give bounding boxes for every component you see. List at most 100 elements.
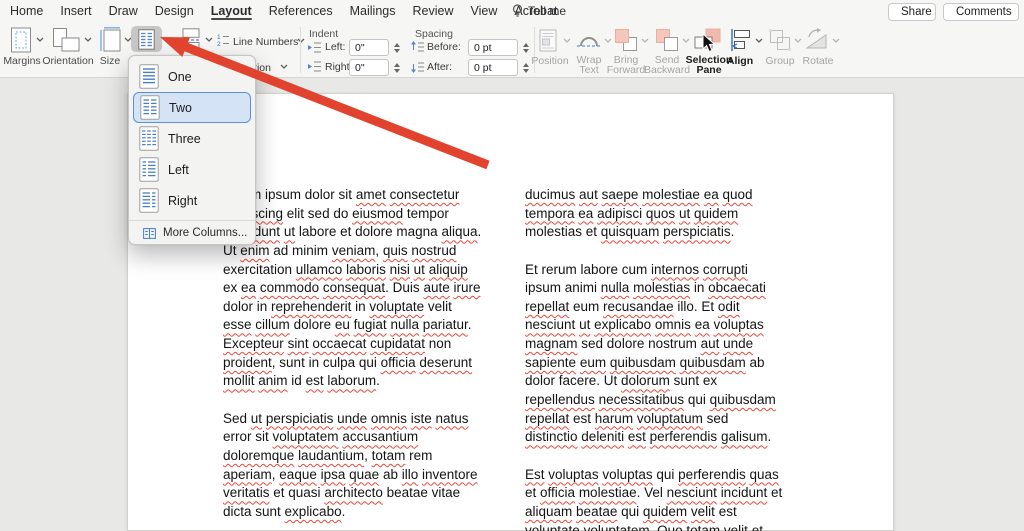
indent-left-stepper[interactable] [392, 39, 401, 56]
position-icon [539, 29, 559, 53]
text-line: esse cillum dolore eu fugiat nulla paria… [223, 316, 493, 335]
text-line: Lorem ipsum dolor sit amet consectetur [223, 186, 493, 205]
margins-icon[interactable] [10, 27, 32, 53]
text-line: Sed ut perspiciatis unde omnis iste natu… [223, 410, 493, 429]
tab-design[interactable]: Design [155, 0, 194, 22]
breaks-icon[interactable] [180, 28, 202, 52]
blank-line [525, 447, 815, 466]
send-backward-icon [655, 28, 679, 52]
wrap-text-icon [576, 31, 602, 51]
spacing-before-label: Before: [427, 41, 461, 53]
text-line: repellendus necessitatibus qui quibusdam [525, 391, 815, 410]
spacing-group-title: Spacing [415, 28, 453, 40]
text-line: ipsum animi nulla molestias in obcaecati [525, 279, 815, 298]
chevron-down-icon [604, 38, 612, 43]
orientation-button[interactable]: Orientation [40, 55, 96, 67]
text-column-2: ducimus aut saepe molestiae ea quodtempo… [525, 186, 815, 531]
text-line: sapiente eum quibusdam quibusdam ab [525, 354, 815, 373]
text-line: mollit anim id est laborum. [223, 372, 493, 391]
tab-mailings[interactable]: Mailings [350, 0, 396, 22]
indent-left-input[interactable]: 0" [349, 39, 389, 56]
text-line: et officia molestiae. Vel nesciunt incid… [525, 484, 815, 503]
tab-insert[interactable]: Insert [60, 0, 91, 22]
spacing-after-input[interactable]: 0 pt [468, 59, 518, 76]
tell-me[interactable]: Tell me [512, 0, 566, 22]
indent-right-input[interactable]: 0" [349, 59, 389, 76]
comments-button[interactable]: Comments [943, 3, 1019, 21]
menu-item-right[interactable]: Right [133, 185, 251, 216]
size-button[interactable]: Size [92, 55, 128, 67]
tab-review[interactable]: Review [412, 0, 453, 22]
group-icon [768, 28, 792, 52]
menu-item-three[interactable]: Three [133, 123, 251, 154]
text-line: ducimus aut saepe molestiae ea quod [525, 186, 815, 205]
text-line: Excepteur sint occaecat cupidatat non [223, 335, 493, 354]
text-line: ex ea commodo consequat. Duis aute irure [223, 279, 493, 298]
text-line: nesciunt ut explicabo omnis ea voluptas [525, 316, 815, 335]
spacing-before-stepper[interactable] [521, 39, 530, 56]
chevron-down-icon[interactable] [755, 38, 763, 43]
tab-view[interactable]: View [470, 0, 497, 22]
chevron-down-icon[interactable] [297, 38, 305, 43]
chevron-down-icon [641, 38, 649, 43]
indent-right-icon [308, 61, 321, 72]
menu-item-one[interactable]: One [133, 61, 251, 92]
text-line: aliquam beatae qui quidem velit est [525, 503, 815, 522]
tab-references[interactable]: References [269, 0, 333, 22]
two-columns-icon [140, 95, 160, 120]
chevron-down-icon[interactable] [166, 37, 174, 42]
menu-item-left[interactable]: Left [133, 154, 251, 185]
tab-layout[interactable]: Layout [211, 0, 252, 22]
group-separator [300, 27, 301, 73]
right-column-icon [139, 188, 159, 213]
spacing-after-label: After: [427, 61, 452, 73]
margins-button[interactable]: Margins [2, 55, 42, 67]
text-line: aperiam, eaque ipsa quae ab illo invento… [223, 466, 493, 485]
text-line: repellat eum recusandae illo. Et odit [525, 298, 815, 317]
indent-left-icon [308, 42, 321, 53]
chevron-down-icon[interactable] [205, 37, 213, 42]
text-line: dolor in reprehenderit in voluptate veli… [223, 298, 493, 317]
rotate-icon [804, 28, 830, 52]
menu-item-more-columns[interactable]: More Columns... [133, 223, 251, 243]
menu-item-two[interactable]: Two [133, 92, 251, 123]
selection-pane-icon[interactable] [694, 28, 722, 52]
indent-right-stepper[interactable] [392, 59, 401, 76]
text-line: veritatis et quasi architecto beatae vit… [223, 484, 493, 503]
text-line: doloremque laudantium, totam rem [223, 447, 493, 466]
chevron-down-icon[interactable] [84, 37, 92, 42]
text-line: repellat est harum voluptatum sed [525, 410, 815, 429]
align-button[interactable]: Align [722, 55, 758, 67]
text-line: molestias et quisquam perspiciatis. [525, 223, 815, 242]
align-icon[interactable] [728, 28, 752, 52]
text-line: incididunt ut labore et dolore magna ali… [223, 223, 493, 242]
size-icon[interactable] [100, 27, 122, 53]
line-numbers-button[interactable]: Line Numbers [233, 36, 298, 48]
one-column-icon [139, 64, 159, 89]
chevron-down-icon [563, 38, 571, 43]
orientation-icon[interactable] [52, 27, 80, 53]
chevron-down-icon[interactable] [36, 37, 44, 42]
svg-text:2: 2 [217, 41, 221, 47]
columns-button[interactable] [131, 26, 162, 52]
spacing-after-icon [411, 61, 424, 73]
position-button: Position [528, 55, 572, 67]
blank-line [525, 242, 815, 261]
left-column-icon [139, 157, 159, 182]
text-line: adipiscing elit sed do eiusmod tempor [223, 205, 493, 224]
indent-group-title: Indent [309, 28, 338, 40]
text-column-1: Lorem ipsum dolor sit amet consecteturad… [223, 186, 493, 522]
text-line: tempora ea adipisci quos ut quidem [525, 205, 815, 224]
indent-left-label: Left: [325, 41, 345, 53]
text-line: dolor facere. Ut dolorum sunt ex [525, 372, 815, 391]
text-line: Ut enim ad minim veniam, quis nostrud [223, 242, 493, 261]
tab-draw[interactable]: Draw [109, 0, 138, 22]
tab-home[interactable]: Home [10, 0, 43, 22]
text-line: magnam sed dolore nostrum aut unde [525, 335, 815, 354]
share-button[interactable]: Share [888, 3, 936, 21]
spacing-before-input[interactable]: 0 pt [468, 39, 518, 56]
more-columns-icon [143, 228, 156, 239]
chevron-down-icon[interactable] [280, 64, 288, 69]
line-numbers-icon: 1 2 [217, 33, 229, 47]
columns-dropdown-menu: One Two [128, 55, 256, 245]
